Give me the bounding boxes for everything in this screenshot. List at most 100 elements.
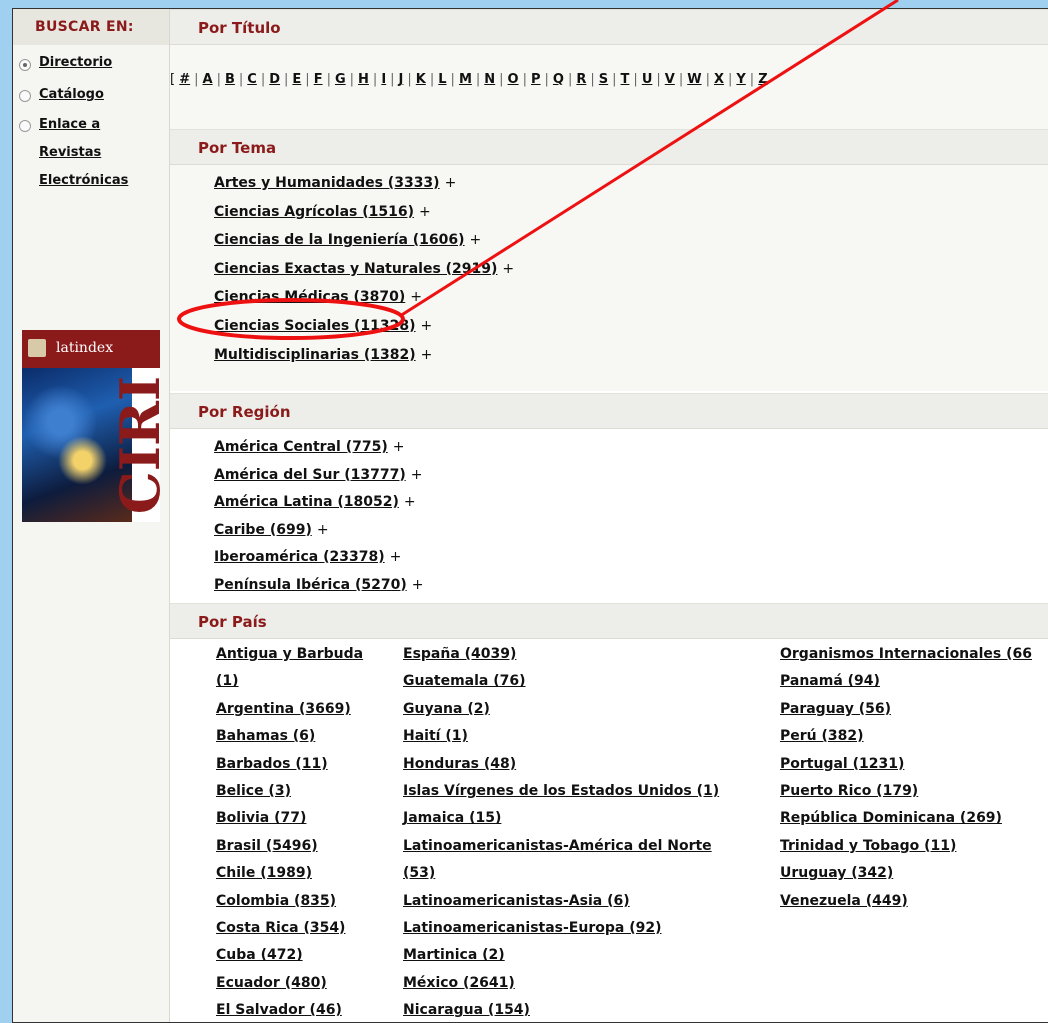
country-link[interactable]: Puerto Rico (179): [780, 783, 918, 799]
expand-plus-icon[interactable]: +: [411, 467, 423, 483]
region-link[interactable]: América del Sur (13777): [214, 467, 406, 483]
country-link[interactable]: Honduras (48): [403, 756, 516, 772]
region-link[interactable]: América Latina (18052): [214, 494, 399, 510]
country-link[interactable]: Guatemala (76): [403, 673, 526, 689]
country-link[interactable]: Trinidad y Tobago (11): [780, 838, 956, 854]
country-link[interactable]: México (2641): [403, 975, 515, 991]
country-link[interactable]: Latinoamericanistas-América del Norte: [403, 838, 712, 854]
radio-catalogo[interactable]: [19, 90, 31, 102]
country-link[interactable]: (1): [216, 673, 239, 689]
letter-link-e[interactable]: E: [292, 72, 301, 87]
region-item[interactable]: América Central (775) +: [214, 439, 404, 455]
tema-link[interactable]: Artes y Humanidades (3333): [214, 175, 440, 191]
expand-plus-icon[interactable]: +: [421, 347, 433, 363]
country-link[interactable]: Nicaragua (154): [403, 1002, 530, 1018]
letter-link-z[interactable]: Z: [758, 72, 767, 87]
country-link[interactable]: (53): [403, 865, 435, 881]
letter-link-k[interactable]: K: [416, 72, 426, 87]
country-link[interactable]: Perú (382): [780, 728, 864, 744]
country-link[interactable]: Argentina (3669): [216, 701, 351, 717]
letter-link-v[interactable]: V: [665, 72, 675, 87]
letter-link-hash[interactable]: #: [179, 72, 190, 87]
region-item[interactable]: Caribe (699) +: [214, 522, 329, 538]
letter-link-x[interactable]: X: [714, 72, 724, 87]
country-link[interactable]: Latinoamericanistas-Asia (6): [403, 893, 630, 909]
country-link[interactable]: Bahamas (6): [216, 728, 315, 744]
country-link[interactable]: Colombia (835): [216, 893, 336, 909]
tema-item[interactable]: Ciencias Médicas (3870) +: [214, 289, 422, 305]
region-item[interactable]: América del Sur (13777) +: [214, 467, 423, 483]
letter-link-m[interactable]: M: [459, 72, 472, 87]
expand-plus-icon[interactable]: +: [404, 494, 416, 510]
option-enlace-line3[interactable]: Electrónicas: [39, 173, 128, 188]
country-link[interactable]: Haití (1): [403, 728, 468, 744]
expand-plus-icon[interactable]: +: [317, 522, 329, 538]
tema-link[interactable]: Multidisciplinarias (1382): [214, 347, 416, 363]
letter-link-i[interactable]: I: [381, 72, 386, 87]
country-link[interactable]: Chile (1989): [216, 865, 312, 881]
expand-plus-icon[interactable]: +: [502, 261, 514, 277]
country-link[interactable]: Venezuela (449): [780, 893, 908, 909]
country-link[interactable]: Costa Rica (354): [216, 920, 345, 936]
tema-item[interactable]: Ciencias Agrícolas (1516) +: [214, 204, 431, 220]
option-directorio[interactable]: Directorio: [39, 55, 112, 70]
expand-plus-icon[interactable]: +: [421, 318, 433, 334]
option-enlace-line1[interactable]: Enlace a: [39, 117, 100, 132]
tema-link[interactable]: Ciencias Agrícolas (1516): [214, 204, 414, 220]
region-link[interactable]: Caribe (699): [214, 522, 312, 538]
letter-link-a[interactable]: A: [203, 72, 213, 87]
letter-link-b[interactable]: B: [225, 72, 235, 87]
letter-link-o[interactable]: O: [508, 72, 519, 87]
region-link[interactable]: América Central (775): [214, 439, 388, 455]
country-link[interactable]: Panamá (94): [780, 673, 880, 689]
letter-link-c[interactable]: C: [247, 72, 257, 87]
region-item[interactable]: Iberoamérica (23378) +: [214, 549, 401, 565]
letter-link-n[interactable]: N: [484, 72, 495, 87]
letter-link-s[interactable]: S: [599, 72, 608, 87]
option-enlace-line2[interactable]: Revistas: [39, 145, 101, 160]
expand-plus-icon[interactable]: +: [390, 549, 402, 565]
option-catalogo[interactable]: Catálogo: [39, 87, 104, 102]
letter-link-j[interactable]: J: [399, 72, 404, 87]
tema-item[interactable]: Ciencias de la Ingeniería (1606) +: [214, 232, 481, 248]
letter-link-w[interactable]: W: [687, 72, 701, 87]
tema-link[interactable]: Ciencias Exactas y Naturales (2919): [214, 261, 497, 277]
expand-plus-icon[interactable]: +: [393, 439, 405, 455]
tema-item[interactable]: Ciencias Sociales (11328) +: [214, 318, 432, 334]
country-link[interactable]: Paraguay (56): [780, 701, 891, 717]
tema-item[interactable]: Artes y Humanidades (3333) +: [214, 175, 456, 191]
country-link[interactable]: Antigua y Barbuda: [216, 646, 363, 662]
country-link[interactable]: Latinoamericanistas-Europa (92): [403, 920, 661, 936]
letter-link-p[interactable]: P: [531, 72, 541, 87]
tema-link[interactable]: Ciencias Médicas (3870): [214, 289, 405, 305]
country-link[interactable]: República Dominicana (269): [780, 810, 1002, 826]
tema-item[interactable]: Ciencias Exactas y Naturales (2919) +: [214, 261, 514, 277]
expand-plus-icon[interactable]: +: [410, 289, 422, 305]
country-link[interactable]: Uruguay (342): [780, 865, 893, 881]
letter-link-l[interactable]: L: [438, 72, 446, 87]
tema-item[interactable]: Multidisciplinarias (1382) +: [214, 347, 432, 363]
letter-link-u[interactable]: U: [642, 72, 653, 87]
country-link[interactable]: Ecuador (480): [216, 975, 327, 991]
country-link[interactable]: Guyana (2): [403, 701, 490, 717]
country-link[interactable]: Bolivia (77): [216, 810, 306, 826]
expand-plus-icon[interactable]: +: [419, 204, 431, 220]
region-item[interactable]: América Latina (18052) +: [214, 494, 416, 510]
tema-link[interactable]: Ciencias de la Ingeniería (1606): [214, 232, 465, 248]
expand-plus-icon[interactable]: +: [445, 175, 457, 191]
country-link[interactable]: Barbados (11): [216, 756, 328, 772]
latindex-ciri-logo[interactable]: latindex CIRI: [22, 330, 172, 522]
expand-plus-icon[interactable]: +: [470, 232, 482, 248]
region-link[interactable]: Península Ibérica (5270): [214, 577, 407, 593]
region-link[interactable]: Iberoamérica (23378): [214, 549, 385, 565]
tema-link[interactable]: Ciencias Sociales (11328): [214, 318, 416, 334]
letter-link-f[interactable]: F: [314, 72, 323, 87]
country-link[interactable]: España (4039): [403, 646, 516, 662]
country-link[interactable]: Organismos Internacionales (66: [780, 646, 1032, 662]
radio-enlace-revistas[interactable]: [19, 120, 31, 132]
country-link[interactable]: Martinica (2): [403, 947, 505, 963]
country-link[interactable]: El Salvador (46): [216, 1002, 342, 1018]
country-link[interactable]: Brasil (5496): [216, 838, 318, 854]
region-item[interactable]: Península Ibérica (5270) +: [214, 577, 423, 593]
country-link[interactable]: Islas Vírgenes de los Estados Unidos (1): [403, 783, 719, 799]
